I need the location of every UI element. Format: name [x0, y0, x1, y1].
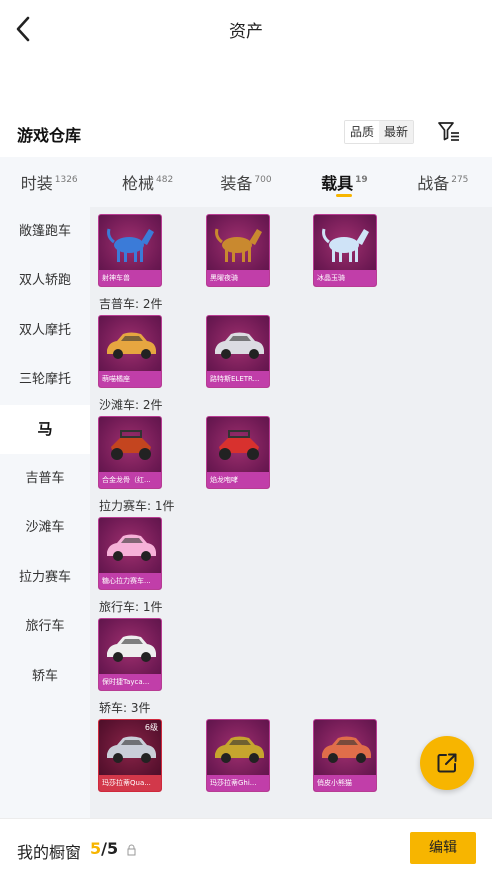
mount-image — [215, 228, 262, 262]
tab-weapons[interactable]: 枪械 482 — [98, 157, 196, 207]
vehicle-card[interactable]: 萌喵橘座 — [98, 315, 162, 388]
vehicle-name: 合金龙骨（红... — [99, 472, 161, 488]
vehicle-name: 玛莎拉蒂Qua... — [99, 775, 161, 791]
page-title: 资产 — [229, 22, 263, 42]
vehicle-card[interactable]: 射神车兽 — [98, 214, 162, 287]
vehicle-card[interactable]: 路特斯ELETR... — [206, 315, 270, 388]
sidebar-item-motorbike[interactable]: 双人摩托 — [0, 306, 90, 355]
warehouse-title: 游戏仓库 — [17, 126, 82, 145]
vehicle-name: 玛莎拉蒂Ghi... — [207, 775, 269, 791]
sort-newest[interactable]: 最新 — [379, 121, 414, 143]
section-title: 拉力赛车: 1件 — [99, 499, 175, 513]
sort-quality[interactable]: 品质 — [345, 121, 380, 143]
lock-icon — [127, 841, 136, 856]
level-badge: 6级 — [144, 723, 158, 732]
vehicle-name: 俏皮小熊猫 — [314, 775, 376, 791]
sidebar-item-tricycle[interactable]: 三轮摩托 — [0, 355, 90, 404]
section-title: 轿车: 3件 — [99, 701, 151, 715]
sidebar-item-buggy[interactable]: 沙滩车 — [0, 503, 90, 552]
vehicle-card[interactable]: 焰龙咆哮 — [206, 416, 270, 489]
sidebar-item-coupe[interactable]: 双人轿跑 — [0, 256, 90, 305]
vehicle-name: 保时捷Tayca... — [99, 674, 161, 690]
vehicle-name: 萌喵橘座 — [99, 371, 161, 387]
vehicle-type-sidebar: 敞篷跑车 双人轿跑 双人摩托 三轮摩托 马 吉普车 沙滩车 拉力赛车 旅行车 轿… — [0, 207, 90, 818]
share-icon — [437, 753, 457, 773]
car-image — [322, 736, 371, 763]
top-bar: 资产 — [0, 0, 492, 58]
vehicle-card[interactable]: 冰晶玉骑 — [313, 214, 377, 287]
vehicle-card[interactable]: 6级玛莎拉蒂Qua... — [98, 719, 162, 792]
sidebar-item-horse[interactable]: 马 — [0, 404, 90, 454]
tab-vehicles[interactable]: 载具 19 — [295, 157, 393, 207]
car-image — [215, 332, 264, 359]
sidebar-item-wagon[interactable]: 旅行车 — [0, 602, 90, 651]
car-image — [215, 736, 264, 763]
buggy-image — [111, 430, 151, 460]
showcase-count: 5/5 — [90, 839, 119, 858]
tab-fashion[interactable]: 时装 1326 — [0, 157, 98, 207]
vehicle-card[interactable]: 糖心拉力赛车... — [98, 517, 162, 590]
section-title: 沙滩车: 2件 — [99, 398, 163, 412]
vehicle-name: 冰晶玉骑 — [314, 270, 376, 286]
car-image — [107, 332, 156, 359]
mount-image — [322, 228, 369, 262]
showcase-label: 我的橱窗 — [17, 843, 82, 862]
car-image — [107, 635, 156, 662]
vehicle-name: 射神车兽 — [99, 270, 161, 286]
section-title: 吉普车: 2件 — [99, 297, 163, 311]
vehicle-card[interactable]: 俏皮小熊猫 — [313, 719, 377, 792]
sort-toggle: 品质 最新 — [344, 120, 415, 144]
vehicle-list[interactable]: 射神车兽 黑曜夜骑 冰晶玉骑吉普车: 2件 萌喵橘座 路特斯ELETR... 沙滩车: 2… — [90, 207, 492, 818]
vehicle-card[interactable]: 合金龙骨（红... — [98, 416, 162, 489]
tab-equipment[interactable]: 装备 700 — [197, 157, 295, 207]
buggy-image — [219, 430, 259, 460]
category-tabs: 时装 1326 枪械 482 装备 700 载具 19 战备 275 — [0, 157, 492, 207]
tab-supplies[interactable]: 战备 275 — [394, 157, 492, 207]
sidebar-item-jeep[interactable]: 吉普车 — [0, 454, 90, 503]
edit-button[interactable]: 编辑 — [410, 832, 476, 864]
vehicle-name: 路特斯ELETR... — [207, 371, 269, 387]
vehicle-card[interactable]: 玛莎拉蒂Ghi... — [206, 719, 270, 792]
bottom-bar: 我的橱窗 5/5 编辑 — [0, 818, 492, 876]
vehicle-card[interactable]: 黑曜夜骑 — [206, 214, 270, 287]
filter-icon[interactable] — [437, 119, 461, 143]
vehicle-name: 焰龙咆哮 — [207, 472, 269, 488]
vehicle-card[interactable]: 保时捷Tayca... — [98, 618, 162, 691]
share-button[interactable] — [420, 736, 474, 790]
sidebar-item-sedan[interactable]: 轿车 — [0, 652, 90, 701]
vehicle-name: 黑曜夜骑 — [207, 270, 269, 286]
car-image — [107, 534, 156, 561]
mount-image — [107, 228, 154, 262]
section-title: 旅行车: 1件 — [99, 600, 163, 614]
sidebar-item-rally[interactable]: 拉力赛车 — [0, 553, 90, 602]
sidebar-item-convertible[interactable]: 敞篷跑车 — [0, 207, 90, 256]
vehicle-name: 糖心拉力赛车... — [99, 573, 161, 589]
